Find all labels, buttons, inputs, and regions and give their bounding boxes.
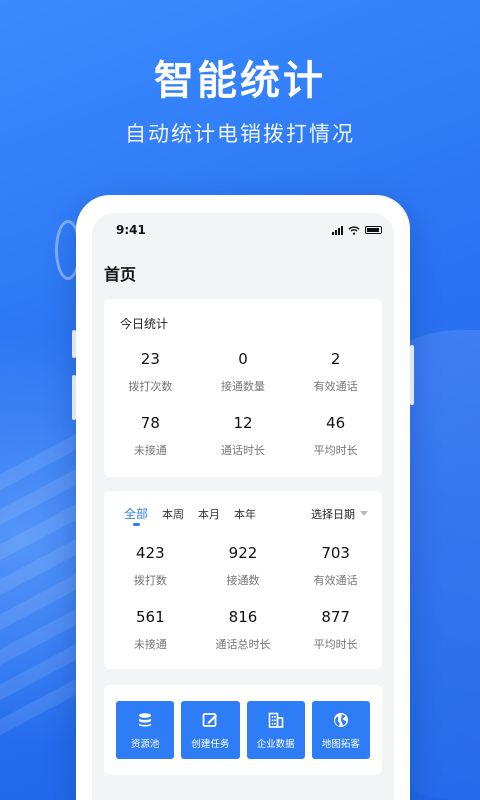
battery-icon xyxy=(365,226,382,234)
stat-value: 23 xyxy=(140,350,160,368)
caret-down-icon xyxy=(360,511,368,516)
stat-total-duration[interactable]: 816 通话总时长 xyxy=(197,608,290,672)
tab-label: 全部 xyxy=(124,507,149,521)
period-tabs: 全部 本周 本月 本年 选择日期 xyxy=(104,505,382,526)
hero-title: 智能统计 xyxy=(154,58,326,104)
stat-value: 561 xyxy=(136,608,165,626)
date-picker-label: 选择日期 xyxy=(311,507,355,521)
stat-label: 有效通话 xyxy=(313,380,358,393)
phone-side-button xyxy=(72,330,76,358)
phone-side-button xyxy=(72,375,76,420)
date-picker[interactable]: 选择日期 xyxy=(311,506,368,522)
tile-label: 地图拓客 xyxy=(321,738,360,750)
tab-this-month[interactable]: 本月 xyxy=(198,506,220,522)
resource-pool-button[interactable]: 资源池 xyxy=(116,701,175,759)
stat-label: 未接通 xyxy=(133,444,167,457)
stat-connected-count[interactable]: 922 接通数 xyxy=(197,544,290,608)
status-bar: 9:41 xyxy=(92,213,394,247)
stat-value: 423 xyxy=(136,544,165,562)
stat-value: 0 xyxy=(238,350,248,368)
stat-value: 2 xyxy=(330,350,341,368)
stat-value: 922 xyxy=(228,544,258,562)
stat-label: 通话时长 xyxy=(220,444,265,457)
today-stats-label: 今日统计 xyxy=(120,317,169,331)
tab-active-indicator xyxy=(133,523,140,526)
stat-label: 平均时长 xyxy=(313,444,358,457)
shortcuts-card: 资源池 创建任务 企业数据 地图拓客 xyxy=(104,685,382,775)
stat-value: 816 xyxy=(228,608,258,626)
stat-dial-count[interactable]: 423 拨打数 xyxy=(104,544,197,608)
stat-value: 877 xyxy=(321,608,350,626)
stat-unconnected[interactable]: 78 未接通 xyxy=(104,414,197,478)
tile-label: 资源池 xyxy=(130,738,160,750)
today-stats-card: 今日统计 23 拨打次数 0 接通数量 2 有效通话 78 未接通 12 通话时… xyxy=(104,299,382,477)
tab-all[interactable]: 全部 xyxy=(124,505,149,526)
stat-label: 接通数量 xyxy=(220,380,265,393)
phone-side-button xyxy=(410,345,414,405)
stat-label: 平均时长 xyxy=(313,638,358,651)
status-time: 9:41 xyxy=(116,223,146,237)
tile-label: 企业数据 xyxy=(256,738,295,750)
status-icons xyxy=(332,225,382,235)
phone-screen: 9:41 首页 今日统计 23 拨打次数 0 接通数量 2 有效通话 78 未接… xyxy=(92,213,394,800)
stat-label: 拨打次数 xyxy=(128,380,173,393)
tab-this-year[interactable]: 本年 xyxy=(234,506,256,522)
map-prospecting-button[interactable]: 地图拓客 xyxy=(311,701,370,759)
wifi-icon xyxy=(348,225,360,235)
stat-connected-count[interactable]: 0 接通数量 xyxy=(197,350,290,414)
stat-label: 接通数 xyxy=(226,574,260,587)
stat-unconnected[interactable]: 561 未接通 xyxy=(104,608,197,672)
enterprise-data-button[interactable]: 企业数据 xyxy=(246,701,305,759)
stat-value: 46 xyxy=(326,414,346,432)
stat-value: 78 xyxy=(140,414,160,432)
stat-call-duration[interactable]: 12 通话时长 xyxy=(197,414,290,478)
signal-icon xyxy=(332,225,343,235)
database-icon xyxy=(137,711,153,729)
globe-icon xyxy=(333,711,349,729)
stat-value: 703 xyxy=(321,544,350,562)
stat-label: 拨打数 xyxy=(133,574,167,587)
phone-frame: 9:41 首页 今日统计 23 拨打次数 0 接通数量 2 有效通话 78 未接… xyxy=(72,195,414,800)
stat-effective-calls[interactable]: 2 有效通话 xyxy=(289,350,382,414)
tab-this-week[interactable]: 本周 xyxy=(162,506,184,522)
stat-label: 通话总时长 xyxy=(215,638,271,651)
stat-average-duration[interactable]: 46 平均时长 xyxy=(289,414,382,478)
tile-label: 创建任务 xyxy=(191,738,230,750)
stat-dial-count[interactable]: 23 拨打次数 xyxy=(104,350,197,414)
hero-subtitle: 自动统计电销拨打情况 xyxy=(125,122,355,146)
stat-label: 未接通 xyxy=(133,638,167,651)
stat-effective-calls[interactable]: 703 有效通话 xyxy=(289,544,382,608)
period-stats-card: 全部 本周 本月 本年 选择日期 423 拨打数 922 接通数 703 有效通… xyxy=(104,491,382,669)
stat-average-duration[interactable]: 877 平均时长 xyxy=(289,608,382,672)
building-icon xyxy=(268,711,284,729)
stat-label: 有效通话 xyxy=(313,574,358,587)
page-title: 首页 xyxy=(104,265,137,284)
create-task-button[interactable]: 创建任务 xyxy=(181,701,240,759)
stat-value: 12 xyxy=(233,414,253,432)
edit-icon xyxy=(202,711,218,729)
